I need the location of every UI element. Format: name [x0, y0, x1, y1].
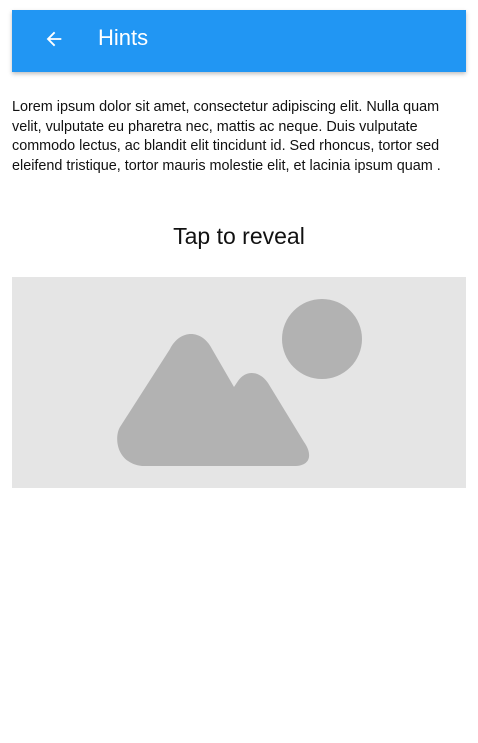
page-title: Hints — [98, 25, 149, 50]
hint-description: Lorem ipsum dolor sit amet, consectetur … — [12, 99, 441, 174]
image-placeholder-icon — [117, 299, 362, 466]
arrow-left-icon — [43, 28, 65, 55]
hint-image-placeholder[interactable] — [12, 277, 466, 488]
tap-to-reveal-label[interactable]: Tap to reveal — [0, 221, 478, 251]
app-bar: Hints — [12, 10, 466, 72]
back-button[interactable] — [40, 27, 68, 55]
